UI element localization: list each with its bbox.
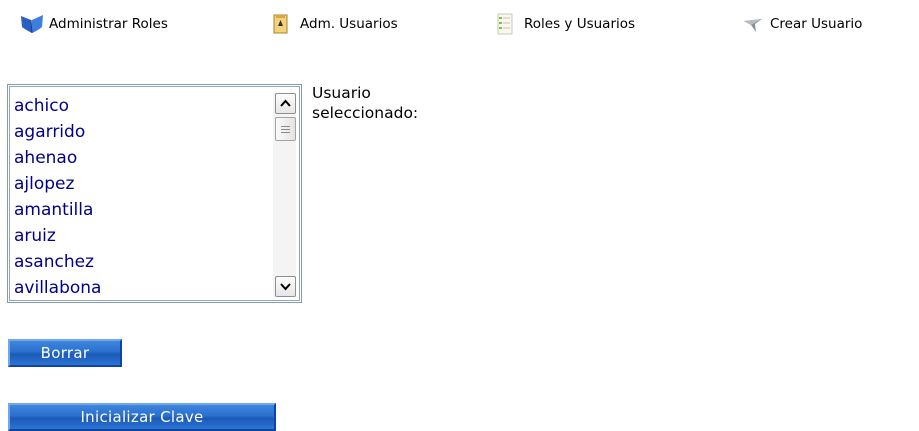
delete-button[interactable]: Borrar bbox=[8, 339, 122, 367]
chevron-down-icon bbox=[280, 283, 291, 291]
list-item[interactable]: asanchez bbox=[14, 249, 101, 275]
list-item[interactable]: ahenao bbox=[14, 145, 101, 171]
list-item[interactable]: achico bbox=[14, 93, 101, 119]
scroll-down-button[interactable] bbox=[275, 276, 296, 297]
users-list: achico agarrido ahenao ajlopez amantilla… bbox=[14, 93, 101, 300]
selected-user-label-line1: Usuario bbox=[312, 84, 371, 102]
roles-y-usuarios-label: Roles y Usuarios bbox=[524, 16, 636, 32]
crear-usuario-label: Crear Usuario bbox=[770, 16, 863, 32]
users-list-scrollbar[interactable] bbox=[273, 93, 296, 297]
chevron-up-icon bbox=[280, 99, 291, 107]
list-item[interactable]: ajlopez bbox=[14, 171, 101, 197]
users-listbox-frame: achico agarrido ahenao ajlopez amantilla… bbox=[9, 86, 300, 301]
administrar-roles-label: Administrar Roles bbox=[49, 16, 168, 32]
administrar-roles-link[interactable]: Administrar Roles bbox=[20, 13, 168, 35]
roles-icon bbox=[20, 13, 44, 35]
users-listbox[interactable]: achico agarrido ahenao ajlopez amantilla… bbox=[7, 84, 302, 303]
roles-y-usuarios-link[interactable]: Roles y Usuarios bbox=[495, 13, 635, 35]
adm-usuarios-label: Adm. Usuarios bbox=[300, 16, 398, 32]
scroll-thumb[interactable] bbox=[275, 117, 296, 141]
toolbar: Administrar Roles Adm. Usuarios Roles y bbox=[0, 0, 919, 50]
user-admin-icon bbox=[271, 13, 295, 35]
list-item[interactable]: aruiz bbox=[14, 223, 101, 249]
list-item[interactable]: amantilla bbox=[14, 197, 101, 223]
create-user-icon bbox=[741, 13, 765, 35]
adm-usuarios-link[interactable]: Adm. Usuarios bbox=[271, 13, 398, 35]
scroll-up-button[interactable] bbox=[275, 93, 296, 114]
selected-user-label-line2: seleccionado: bbox=[312, 104, 419, 122]
reset-password-button[interactable]: Inicializar Clave bbox=[8, 403, 276, 431]
list-item[interactable]: agarrido bbox=[14, 119, 101, 145]
selected-user-label: Usuario seleccionado: bbox=[312, 83, 418, 123]
crear-usuario-link[interactable]: Crear Usuario bbox=[741, 13, 862, 35]
list-item[interactable]: avillabona bbox=[14, 275, 101, 300]
list-icon bbox=[495, 13, 519, 35]
